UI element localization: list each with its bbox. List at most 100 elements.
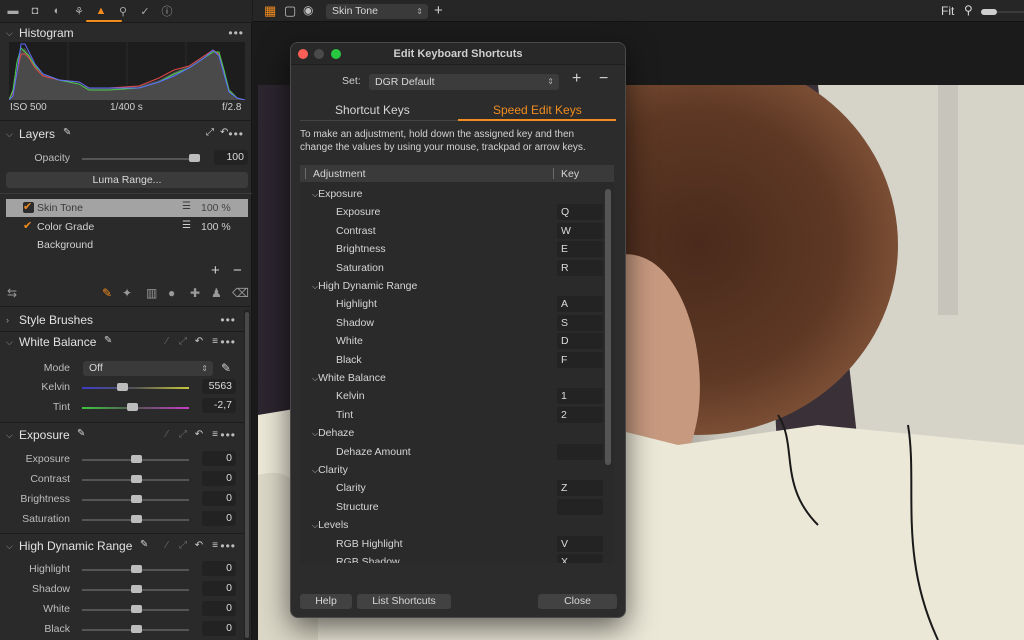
auto-icon[interactable]: ⁄ <box>162 540 172 551</box>
table-row[interactable]: Tint 2 <box>300 406 603 424</box>
column-key[interactable]: Key <box>561 168 579 180</box>
adjustments-icon[interactable]: ✓ <box>136 3 154 19</box>
key-field[interactable]: Q <box>557 204 603 221</box>
exposure-row-value[interactable]: 0 <box>202 451 236 466</box>
key-field[interactable]: F <box>557 351 603 368</box>
layer-row-color-grade[interactable]: ✔ Color Grade ☰ 100 % <box>6 218 248 236</box>
presets-icon[interactable]: ≡ <box>210 429 220 440</box>
reset-icon[interactable]: ↶ <box>194 429 204 440</box>
copy-icon[interactable]: ⤢ <box>178 540 188 551</box>
table-scrollbar[interactable] <box>605 189 611 465</box>
more-icon[interactable]: ••• <box>220 428 236 442</box>
copy-icon[interactable]: ⤢ <box>178 336 188 347</box>
copy-icon[interactable]: ⤢ <box>206 127 214 138</box>
table-row[interactable]: Kelvin 1 <box>300 387 603 405</box>
histogram-header[interactable]: ⌵ Histogram ••• <box>0 23 252 43</box>
key-field[interactable]: 1 <box>557 388 603 405</box>
more-icon[interactable]: ••• <box>228 127 244 141</box>
hdr-row-value[interactable]: 0 <box>202 601 236 616</box>
exposure-row-slider-knob[interactable] <box>130 475 142 483</box>
heal-icon[interactable]: ✚ <box>190 286 200 300</box>
exposure-icon[interactable]: ▲ <box>92 3 110 19</box>
column-adjustment[interactable]: Adjustment <box>313 168 366 180</box>
white-balance-header[interactable]: ⌵ White Balance ✎ ⁄ ⤢ ↶ ≡ ••• <box>0 332 244 352</box>
table-group-row[interactable]: ⌵Dehaze <box>300 424 600 442</box>
auto-icon[interactable]: ⁄ <box>162 336 172 347</box>
table-row[interactable]: RGB Shadow X <box>300 553 603 563</box>
tab-shortcut-keys[interactable]: Shortcut Keys <box>335 103 410 117</box>
table-row[interactable]: RGB Highlight V <box>300 535 603 553</box>
left-panel-scrollbar[interactable] <box>244 310 250 640</box>
zoom-slider-track[interactable] <box>997 11 1024 13</box>
key-field[interactable]: A <box>557 296 603 313</box>
copy-icon[interactable]: ⤢ <box>178 429 188 440</box>
layer-select[interactable]: Skin Tone ⇕ <box>326 4 428 19</box>
table-row[interactable]: Brightness E <box>300 240 603 258</box>
help-button[interactable]: Help <box>300 594 352 609</box>
key-field[interactable]: 2 <box>557 406 603 423</box>
single-view-icon[interactable]: ▢ <box>284 3 296 19</box>
presets-icon[interactable]: ≡ <box>210 540 220 551</box>
details-icon[interactable]: ⚲ <box>114 3 132 19</box>
exposure-row-value[interactable]: 0 <box>202 511 236 526</box>
shortcut-set-select[interactable]: DGR Default ⇕ <box>369 74 559 90</box>
exposure-row-slider-knob[interactable] <box>130 455 142 463</box>
tab-speed-edit-keys[interactable]: Speed Edit Keys <box>493 103 582 117</box>
minimize-window-button[interactable] <box>314 49 324 59</box>
zoom-fit-label[interactable]: Fit <box>941 4 954 18</box>
table-group-row[interactable]: ⌵Exposure <box>300 185 600 203</box>
color-icon[interactable]: ⚘ <box>70 3 88 19</box>
add-set-button[interactable]: + <box>572 70 581 88</box>
layers-header[interactable]: ⌵ Layers ✎ ⤢ ↶ ••• <box>0 124 252 144</box>
zoom-icon[interactable]: ⚲ <box>964 3 973 17</box>
table-group-row[interactable]: ⌵High Dynamic Range <box>300 277 600 295</box>
table-row[interactable]: Clarity Z <box>300 479 603 497</box>
tint-slider-knob[interactable] <box>127 403 139 411</box>
hdr-row-slider-knob[interactable] <box>130 565 142 573</box>
zoom-window-button[interactable] <box>331 49 341 59</box>
close-window-button[interactable] <box>298 49 308 59</box>
key-field[interactable]: D <box>557 333 603 350</box>
layer-row-skin-tone[interactable]: ✔ Skin Tone ☰ 100 % <box>6 199 248 217</box>
kelvin-value[interactable]: 5563 <box>202 379 236 394</box>
table-row[interactable]: Saturation R <box>300 259 603 277</box>
exposure-header[interactable]: ⌵ Exposure ✎ ⁄ ⤢ ↶ ≡ ••• <box>0 425 244 445</box>
brush-icon[interactable]: ✎ <box>63 127 71 138</box>
exposure-row-value[interactable]: 0 <box>202 491 236 506</box>
hdr-row-value[interactable]: 0 <box>202 581 236 596</box>
key-field[interactable]: V <box>557 535 603 552</box>
eraser-icon[interactable]: ⌫ <box>232 286 249 300</box>
exposure-row-slider-knob[interactable] <box>130 495 142 503</box>
picker-icon[interactable]: ✎ <box>104 335 112 346</box>
table-row[interactable]: Contrast W <box>300 222 603 240</box>
list-shortcuts-button[interactable]: List Shortcuts <box>357 594 451 609</box>
kelvin-slider-knob[interactable] <box>116 383 128 391</box>
clone-stamp-icon[interactable]: ♟ <box>211 286 222 300</box>
picker-icon[interactable]: ✎ <box>140 539 148 550</box>
folder-icon[interactable]: ▬ <box>4 3 22 19</box>
presets-icon[interactable]: ≡ <box>210 336 220 347</box>
swap-icon[interactable]: ⇆ <box>7 286 17 300</box>
eyedropper-icon[interactable]: ✎ <box>221 361 231 375</box>
opacity-slider[interactable] <box>82 158 200 160</box>
grid-view-icon[interactable]: ▦ <box>264 3 276 19</box>
exposure-row-slider-knob[interactable] <box>130 515 142 523</box>
exposure-row-value[interactable]: 0 <box>202 471 236 486</box>
lens-icon[interactable]: ◐ <box>48 3 66 19</box>
key-field[interactable]: R <box>557 259 603 276</box>
key-field[interactable]: W <box>557 222 603 239</box>
table-row[interactable]: Black F <box>300 351 603 369</box>
hdr-row-value[interactable]: 0 <box>202 561 236 576</box>
table-group-row[interactable]: ⌵Levels <box>300 516 600 534</box>
scrollbar-thumb[interactable] <box>245 312 249 638</box>
picker-icon[interactable]: ✎ <box>77 428 85 439</box>
style-brushes-header[interactable]: › Style Brushes ••• <box>0 310 244 330</box>
reset-icon[interactable]: ↶ <box>220 127 228 138</box>
draw-mask-icon[interactable]: ✎ <box>102 286 112 300</box>
table-row[interactable]: Exposure Q <box>300 203 603 221</box>
layer-checkbox[interactable]: ✔ <box>23 221 34 232</box>
more-icon[interactable]: ••• <box>220 335 236 349</box>
remove-layer-button[interactable]: − <box>233 262 242 279</box>
key-field[interactable]: X <box>557 554 603 563</box>
more-icon[interactable]: ••• <box>228 26 244 40</box>
